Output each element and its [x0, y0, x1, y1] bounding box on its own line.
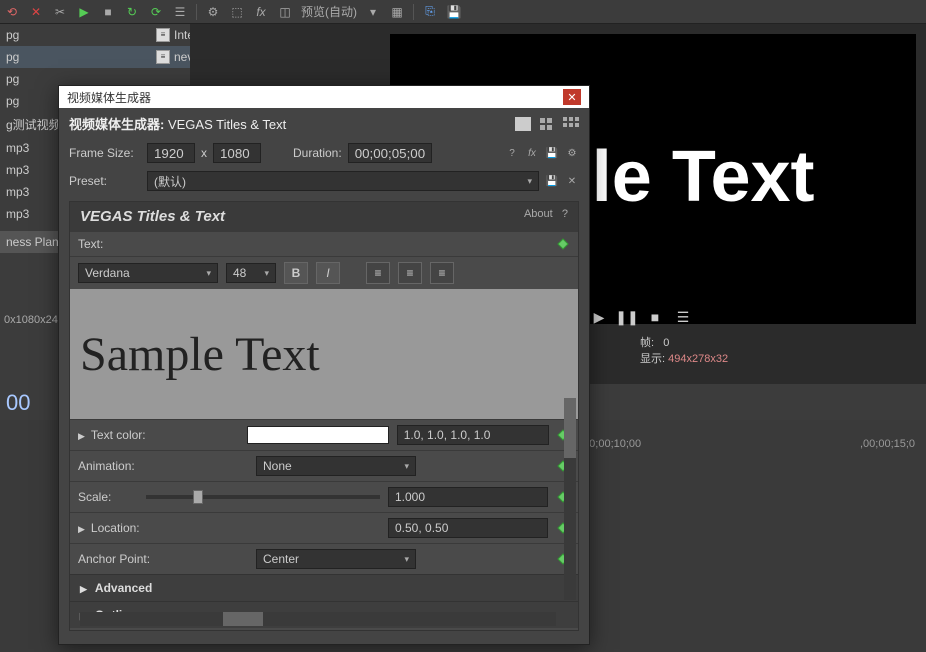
vscrollbar[interactable]: [564, 398, 576, 600]
align-right-button[interactable]: ≡: [430, 262, 454, 284]
undo-icon[interactable]: ⟲: [4, 4, 20, 20]
dialog-subtitle: 视频媒体生成器: VEGAS Titles & Text: [59, 108, 589, 139]
stop-button[interactable]: ■: [646, 308, 664, 326]
duration-label: Duration:: [293, 146, 342, 160]
close-button[interactable]: ✕: [563, 89, 581, 105]
play-controls: ▶ ❚❚ ■ ☰: [590, 308, 692, 326]
view-small-icon[interactable]: [563, 117, 579, 131]
sync-icon[interactable]: ⟳: [148, 4, 164, 20]
tl-marker: ,00;00;15;0: [860, 438, 915, 450]
properties-panel: VEGAS Titles & Text About ? Text: Verdan…: [69, 201, 579, 631]
fx-icon[interactable]: ⬚: [229, 4, 245, 20]
fx-icon[interactable]: fx: [525, 146, 539, 160]
align-center-button[interactable]: ≡: [398, 262, 422, 284]
display-info: 显示: 494x278x32: [640, 350, 728, 366]
menu-button[interactable]: ☰: [674, 308, 692, 326]
animation-label: Animation:: [78, 459, 248, 473]
view-medium-icon[interactable]: [539, 117, 555, 131]
gear-icon[interactable]: ⚙: [205, 4, 221, 20]
media-generator-dialog: 视频媒体生成器 ✕ 视频媒体生成器: VEGAS Titles & Text F…: [58, 85, 590, 645]
expand-icon[interactable]: [78, 428, 85, 442]
save-icon[interactable]: 💾: [446, 4, 462, 20]
location-row: Location: 0.50, 0.50: [70, 512, 578, 543]
align-left-button[interactable]: ≡: [366, 262, 390, 284]
text-label: Text:: [78, 237, 248, 251]
hscrollbar[interactable]: [80, 612, 556, 626]
text-color-row: Text color: 1.0, 1.0, 1.0, 1.0: [70, 419, 578, 450]
font-row: Verdana 48 B I ≡ ≡ ≡: [70, 256, 578, 289]
help-link[interactable]: ?: [562, 208, 568, 220]
advanced-section[interactable]: Advanced: [70, 574, 578, 601]
expand-icon[interactable]: [78, 521, 85, 535]
gear-icon[interactable]: ⚙: [565, 146, 579, 160]
frame-info: 帧: 0: [640, 334, 669, 350]
anchor-dropdown[interactable]: Center: [256, 549, 416, 569]
stop-icon[interactable]: ■: [100, 4, 116, 20]
width-input[interactable]: [147, 143, 195, 163]
frame-size-label: Frame Size:: [69, 146, 141, 160]
timeline-time: 00: [0, 384, 36, 422]
cut-icon[interactable]: ✂: [52, 4, 68, 20]
frame-size-row: Frame Size: x Duration: ? fx 💾 ⚙: [59, 139, 589, 167]
doc-icon: ≡: [156, 50, 170, 64]
preset-label: Preset:: [69, 174, 141, 188]
preset-dropdown[interactable]: (默认): [147, 171, 539, 191]
dialog-titlebar[interactable]: 视频媒体生成器 ✕: [59, 86, 589, 108]
preset-row: Preset: (默认) 💾 ✕: [59, 167, 589, 195]
font-size-dropdown[interactable]: 48: [226, 263, 276, 283]
text-editor[interactable]: Sample Text: [70, 289, 578, 419]
copy-icon[interactable]: ⎘: [422, 4, 438, 20]
height-input[interactable]: [213, 143, 261, 163]
bold-button[interactable]: B: [284, 262, 308, 284]
anchor-row: Anchor Point: Center: [70, 543, 578, 574]
close-icon[interactable]: ✕: [28, 4, 44, 20]
doc-icon: ≡: [156, 28, 170, 42]
preview-dropdown[interactable]: 预览(自动): [301, 4, 357, 20]
list-icon[interactable]: ☰: [172, 4, 188, 20]
text-label-row: Text:: [70, 231, 578, 256]
animation-dropdown[interactable]: None: [256, 456, 416, 476]
color-value[interactable]: 1.0, 1.0, 1.0, 1.0: [397, 425, 549, 445]
save-preset-icon[interactable]: 💾: [545, 146, 559, 160]
dialog-title: 视频媒体生成器: [67, 89, 151, 106]
play-button[interactable]: ▶: [590, 308, 608, 326]
pause-button[interactable]: ❚❚: [618, 308, 636, 326]
play-icon[interactable]: ▶: [76, 4, 92, 20]
about-link[interactable]: About: [524, 208, 553, 220]
location-value[interactable]: 0.50, 0.50: [388, 518, 548, 538]
loop-icon[interactable]: ↻: [124, 4, 140, 20]
scale-value[interactable]: 1.000: [388, 487, 548, 507]
keyframe-icon[interactable]: [556, 237, 570, 251]
scale-label: Scale:: [78, 490, 138, 504]
delete-icon[interactable]: ✕: [565, 174, 579, 188]
panel-header: VEGAS Titles & Text About ?: [70, 202, 578, 231]
font-dropdown[interactable]: Verdana: [78, 263, 218, 283]
split-icon[interactable]: ◫: [277, 4, 293, 20]
italic-button[interactable]: I: [316, 262, 340, 284]
scale-slider[interactable]: [146, 495, 380, 499]
color-swatch[interactable]: [247, 426, 389, 444]
hscroll-thumb[interactable]: [223, 612, 263, 626]
view-list-icon[interactable]: [515, 117, 531, 131]
grid-icon[interactable]: ▦: [389, 4, 405, 20]
dim-readout: 0x1080x24: [4, 314, 58, 326]
help-icon[interactable]: ?: [505, 146, 519, 160]
vscroll-thumb[interactable]: [564, 398, 576, 458]
slider-thumb[interactable]: [193, 490, 203, 504]
anchor-label: Anchor Point:: [78, 552, 248, 566]
animation-row: Animation: None: [70, 450, 578, 481]
chevron-down-icon[interactable]: ▾: [365, 4, 381, 20]
scale-row: Scale: 1.000: [70, 481, 578, 512]
duration-input[interactable]: [348, 143, 432, 163]
save-icon[interactable]: 💾: [545, 174, 559, 188]
fx2-icon[interactable]: fx: [253, 4, 269, 20]
main-toolbar: ⟲ ✕ ✂ ▶ ■ ↻ ⟳ ☰ ⚙ ⬚ fx ◫ 预览(自动) ▾ ▦ ⎘ 💾: [0, 0, 926, 24]
